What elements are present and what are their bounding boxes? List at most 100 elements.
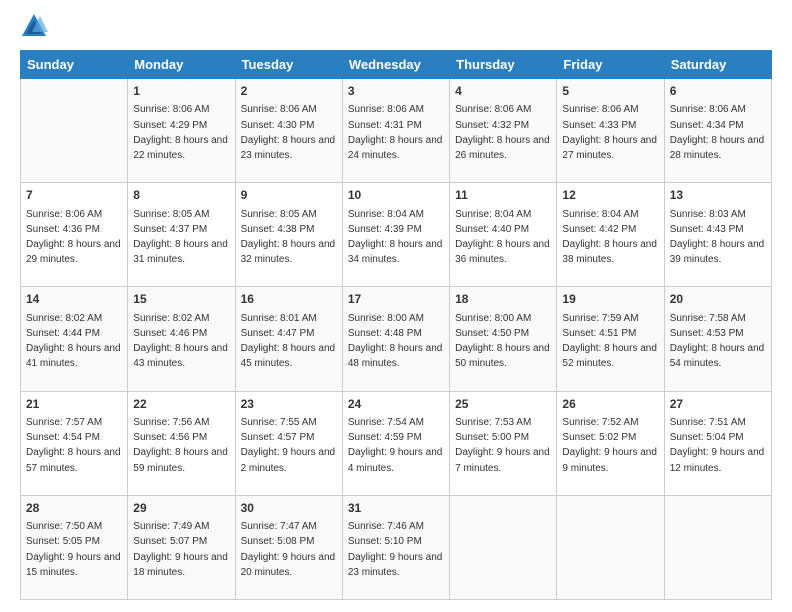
day-info: Sunrise: 8:06 AMSunset: 4:33 PMDaylight:… [562,104,657,161]
day-info: Sunrise: 7:50 AMSunset: 5:05 PMDaylight:… [26,521,121,578]
day-number: 22 [133,396,229,413]
calendar-cell: 2 Sunrise: 8:06 AMSunset: 4:30 PMDaylight… [235,79,342,183]
day-info: Sunrise: 7:52 AMSunset: 5:02 PMDaylight:… [562,417,657,474]
day-info: Sunrise: 8:06 AMSunset: 4:29 PMDaylight:… [133,104,228,161]
calendar-cell: 5 Sunrise: 8:06 AMSunset: 4:33 PMDaylight… [557,79,664,183]
calendar-cell: 17 Sunrise: 8:00 AMSunset: 4:48 PMDayligh… [342,287,449,391]
calendar-cell: 3Sunrise: 8:06 AMSunset: 4:31 PMDaylight… [342,79,449,183]
day-info: Sunrise: 7:54 AMSunset: 4:59 PMDaylight:… [348,417,443,474]
page: SundayMondayTuesdayWednesdayThursdayFrid… [0,0,792,612]
week-row-3: 14 Sunrise: 8:02 AMSunset: 4:44 PMDayligh… [21,287,772,391]
calendar-cell: 25 Sunrise: 7:53 AMSunset: 5:00 PMDayligh… [450,391,557,495]
day-number: 6 [670,83,766,100]
weekday-header-tuesday: Tuesday [235,51,342,79]
day-number: 26 [562,396,658,413]
day-number: 29 [133,500,229,517]
weekday-header-row: SundayMondayTuesdayWednesdayThursdayFrid… [21,51,772,79]
day-number: 2 [241,83,337,100]
day-number: 11 [455,187,551,204]
calendar-cell: 26 Sunrise: 7:52 AMSunset: 5:02 PMDayligh… [557,391,664,495]
day-info: Sunrise: 7:46 AMSunset: 5:10 PMDaylight:… [348,521,443,578]
day-number: 1 [133,83,229,100]
calendar-cell: 19 Sunrise: 7:59 AMSunset: 4:51 PMDayligh… [557,287,664,391]
calendar-cell: 7Sunrise: 8:06 AMSunset: 4:36 PMDaylight… [21,183,128,287]
weekday-header-saturday: Saturday [664,51,771,79]
logo-icon [20,12,48,40]
calendar-cell: 9 Sunrise: 8:05 AMSunset: 4:38 PMDaylight… [235,183,342,287]
day-number: 5 [562,83,658,100]
day-info: Sunrise: 8:05 AMSunset: 4:37 PMDaylight:… [133,209,228,266]
day-number: 25 [455,396,551,413]
calendar-cell: 6 Sunrise: 8:06 AMSunset: 4:34 PMDaylight… [664,79,771,183]
day-info: Sunrise: 8:06 AMSunset: 4:30 PMDaylight:… [241,104,336,161]
calendar-cell: 29 Sunrise: 7:49 AMSunset: 5:07 PMDayligh… [128,495,235,599]
day-number: 10 [348,187,444,204]
day-number: 30 [241,500,337,517]
day-info: Sunrise: 8:06 AMSunset: 4:36 PMDaylight:… [26,209,121,266]
calendar-cell: 31 Sunrise: 7:46 AMSunset: 5:10 PMDayligh… [342,495,449,599]
weekday-header-wednesday: Wednesday [342,51,449,79]
day-info: Sunrise: 7:56 AMSunset: 4:56 PMDaylight:… [133,417,228,474]
calendar-cell: 14 Sunrise: 8:02 AMSunset: 4:44 PMDayligh… [21,287,128,391]
day-number: 13 [670,187,766,204]
weekday-header-friday: Friday [557,51,664,79]
day-info: Sunrise: 8:02 AMSunset: 4:46 PMDaylight:… [133,313,228,370]
day-info: Sunrise: 8:04 AMSunset: 4:39 PMDaylight:… [348,209,443,266]
day-number: 4 [455,83,551,100]
day-info: Sunrise: 8:06 AMSunset: 4:32 PMDaylight:… [455,104,550,161]
day-info: Sunrise: 7:49 AMSunset: 5:07 PMDaylight:… [133,521,228,578]
day-number: 31 [348,500,444,517]
calendar-cell [21,79,128,183]
week-row-2: 7Sunrise: 8:06 AMSunset: 4:36 PMDaylight… [21,183,772,287]
day-info: Sunrise: 7:53 AMSunset: 5:00 PMDaylight:… [455,417,550,474]
calendar-table: SundayMondayTuesdayWednesdayThursdayFrid… [20,50,772,600]
day-info: Sunrise: 7:59 AMSunset: 4:51 PMDaylight:… [562,313,657,370]
day-info: Sunrise: 8:04 AMSunset: 4:42 PMDaylight:… [562,209,657,266]
calendar-cell: 30Sunrise: 7:47 AMSunset: 5:08 PMDayligh… [235,495,342,599]
day-number: 24 [348,396,444,413]
day-number: 12 [562,187,658,204]
weekday-header-sunday: Sunday [21,51,128,79]
calendar-cell: 21Sunrise: 7:57 AMSunset: 4:54 PMDayligh… [21,391,128,495]
calendar-cell: 22 Sunrise: 7:56 AMSunset: 4:56 PMDayligh… [128,391,235,495]
day-info: Sunrise: 8:00 AMSunset: 4:48 PMDaylight:… [348,313,443,370]
day-info: Sunrise: 7:55 AMSunset: 4:57 PMDaylight:… [241,417,336,474]
weekday-header-thursday: Thursday [450,51,557,79]
calendar-cell: 18 Sunrise: 8:00 AMSunset: 4:50 PMDayligh… [450,287,557,391]
day-number: 18 [455,291,551,308]
day-info: Sunrise: 7:51 AMSunset: 5:04 PMDaylight:… [670,417,765,474]
calendar-cell: 8Sunrise: 8:05 AMSunset: 4:37 PMDaylight… [128,183,235,287]
day-info: Sunrise: 8:01 AMSunset: 4:47 PMDaylight:… [241,313,336,370]
header [20,16,772,40]
day-info: Sunrise: 8:05 AMSunset: 4:38 PMDaylight:… [241,209,336,266]
day-number: 14 [26,291,122,308]
day-number: 20 [670,291,766,308]
calendar-cell: 27 Sunrise: 7:51 AMSunset: 5:04 PMDayligh… [664,391,771,495]
calendar-cell [664,495,771,599]
day-info: Sunrise: 8:02 AMSunset: 4:44 PMDaylight:… [26,313,121,370]
day-number: 3 [348,83,444,100]
calendar-cell [450,495,557,599]
day-number: 28 [26,500,122,517]
calendar-cell: 28 Sunrise: 7:50 AMSunset: 5:05 PMDayligh… [21,495,128,599]
day-number: 15 [133,291,229,308]
calendar-cell: 16 Sunrise: 8:01 AMSunset: 4:47 PMDayligh… [235,287,342,391]
calendar-cell: 15 Sunrise: 8:02 AMSunset: 4:46 PMDayligh… [128,287,235,391]
day-info: Sunrise: 8:03 AMSunset: 4:43 PMDaylight:… [670,209,765,266]
week-row-5: 28 Sunrise: 7:50 AMSunset: 5:05 PMDayligh… [21,495,772,599]
calendar-cell: 10 Sunrise: 8:04 AMSunset: 4:39 PMDayligh… [342,183,449,287]
week-row-4: 21Sunrise: 7:57 AMSunset: 4:54 PMDayligh… [21,391,772,495]
day-number: 9 [241,187,337,204]
day-number: 27 [670,396,766,413]
day-number: 17 [348,291,444,308]
week-row-1: 1 Sunrise: 8:06 AMSunset: 4:29 PMDaylight… [21,79,772,183]
day-info: Sunrise: 8:00 AMSunset: 4:50 PMDaylight:… [455,313,550,370]
calendar-cell: 12 Sunrise: 8:04 AMSunset: 4:42 PMDayligh… [557,183,664,287]
calendar-cell: 13 Sunrise: 8:03 AMSunset: 4:43 PMDayligh… [664,183,771,287]
day-number: 19 [562,291,658,308]
calendar-cell: 24 Sunrise: 7:54 AMSunset: 4:59 PMDayligh… [342,391,449,495]
calendar-cell: 23Sunrise: 7:55 AMSunset: 4:57 PMDayligh… [235,391,342,495]
day-info: Sunrise: 8:06 AMSunset: 4:34 PMDaylight:… [670,104,765,161]
day-number: 16 [241,291,337,308]
calendar-cell: 11Sunrise: 8:04 AMSunset: 4:40 PMDayligh… [450,183,557,287]
